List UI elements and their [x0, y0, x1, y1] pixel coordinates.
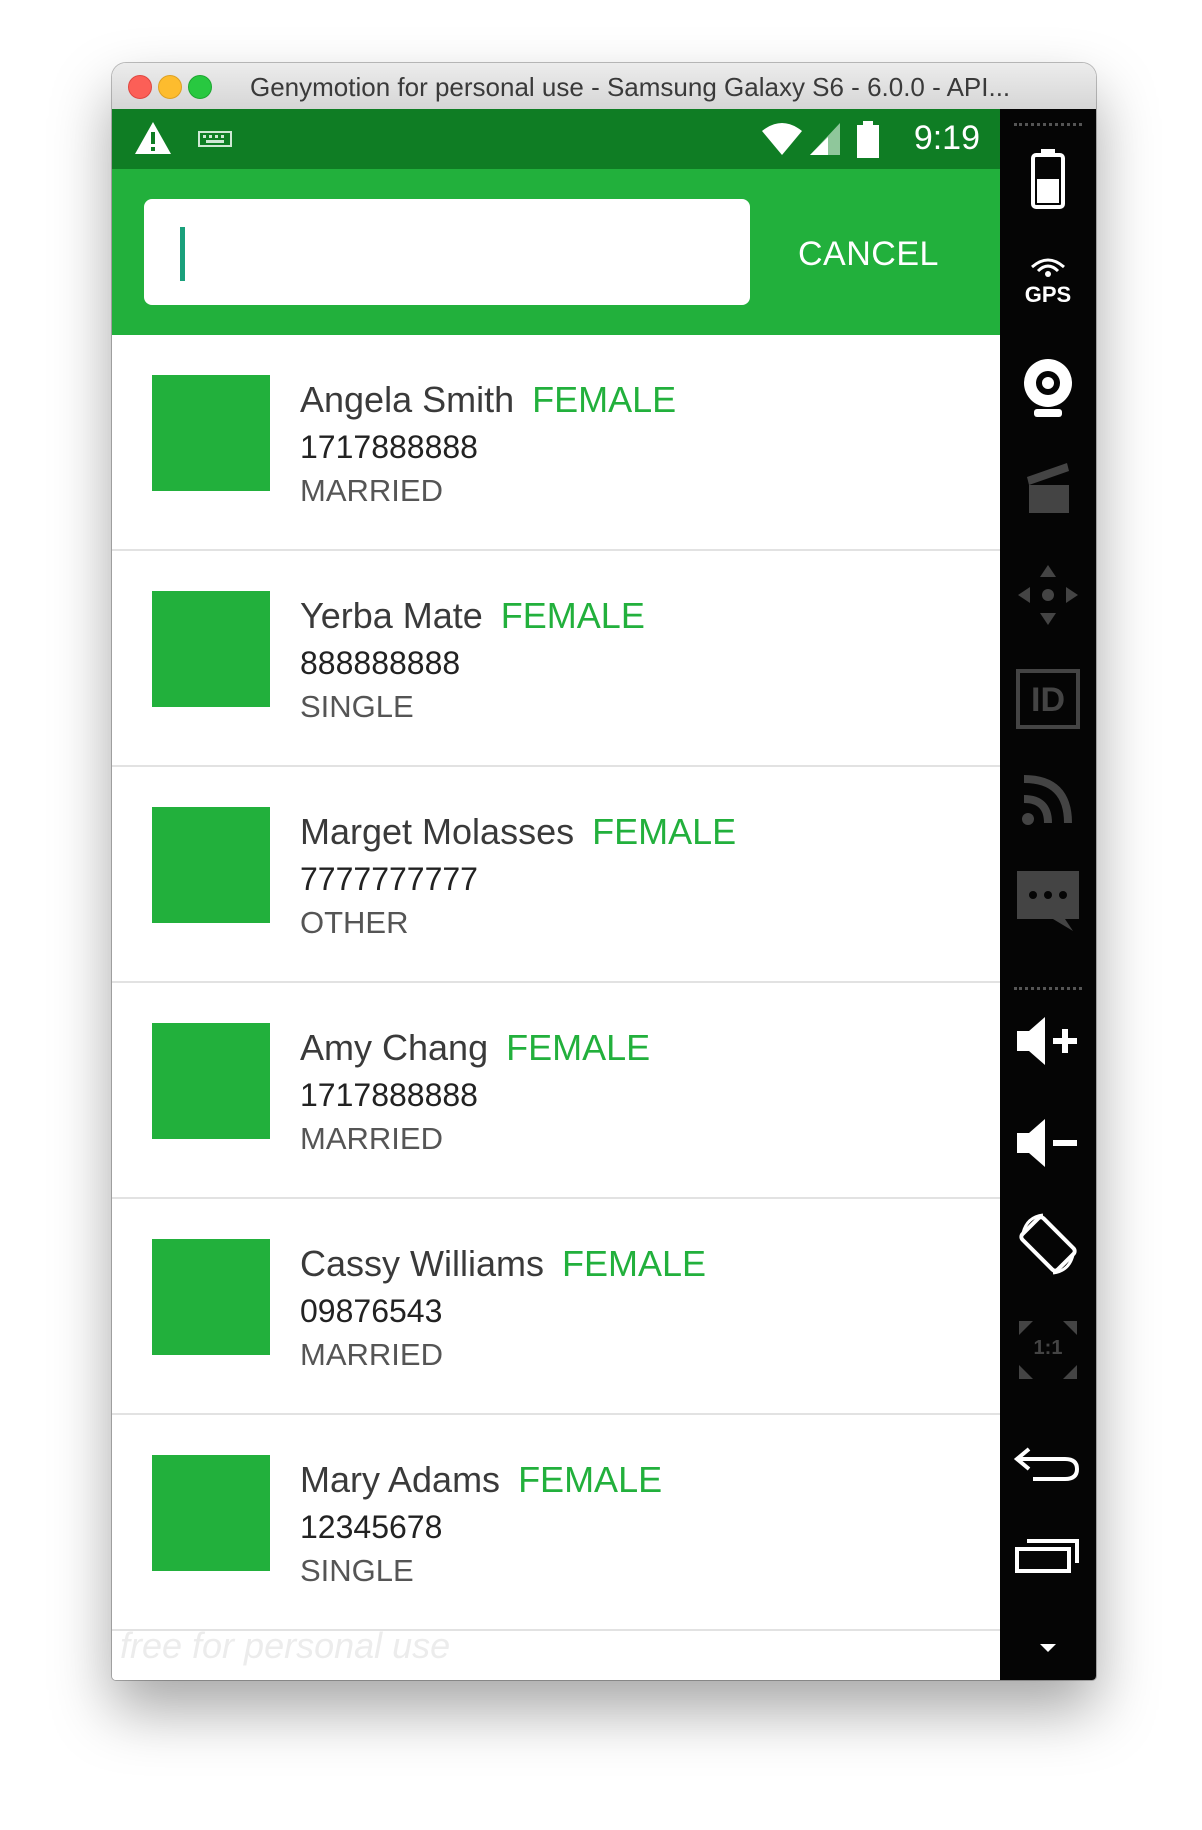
avatar	[152, 807, 270, 923]
recent-apps-button[interactable]	[1000, 1535, 1096, 1580]
list-item[interactable]: Yerba Mate FEMALE 888888888 SINGLE	[112, 551, 1000, 767]
rotate-screen-icon	[1019, 1213, 1077, 1275]
list-item[interactable]: Marget Molasses FEMALE 7777777777 OTHER	[112, 767, 1000, 983]
gender-label: FEMALE	[518, 1459, 663, 1500]
rss-icon	[1022, 775, 1072, 825]
avatar	[152, 375, 270, 491]
avatar	[152, 1023, 270, 1139]
device-id-widget-button[interactable]: ID	[1000, 669, 1096, 734]
status-bar: 9:19	[112, 109, 1000, 169]
emulator-sidebar: GPS ID 1:1	[1000, 109, 1096, 1680]
battery-widget-button[interactable]	[1000, 149, 1096, 214]
close-window-button[interactable]	[128, 75, 152, 99]
wifi-icon	[762, 123, 802, 155]
search-toolbar: CANCEL	[112, 169, 1000, 335]
battery-icon	[1031, 149, 1065, 209]
contact-phone: 888888888	[300, 645, 461, 681]
gender-label: FEMALE	[532, 379, 677, 420]
message-icon	[1017, 871, 1079, 931]
window-title: Genymotion for personal use - Samsung Ga…	[250, 72, 1011, 102]
contact-phone: 7777777777	[300, 861, 478, 897]
marital-status: OTHER	[300, 905, 409, 940]
gender-label: FEMALE	[500, 595, 645, 636]
clapperboard-icon	[1027, 463, 1069, 513]
title-bar[interactable]: Genymotion for personal use - Samsung Ga…	[112, 63, 1096, 110]
volume-up-button[interactable]	[1000, 1015, 1096, 1072]
list-item[interactable]: Amy Chang FEMALE 1717888888 MARRIED	[112, 983, 1000, 1199]
gender-label: FEMALE	[506, 1027, 651, 1068]
keyboard-icon	[198, 131, 232, 147]
contact-list[interactable]: Angela Smith FEMALE 1717888888 MARRIED Ye…	[112, 335, 1000, 1631]
avatar	[152, 1455, 270, 1571]
volume-up-icon	[1017, 1017, 1077, 1065]
recent-apps-icon	[1015, 1539, 1079, 1573]
gps-signal-icon	[1031, 258, 1065, 277]
status-time: 9:19	[913, 119, 980, 157]
device-screen: 9:19 CANCEL Angela Smith FEMALE 171788888…	[112, 109, 1000, 1680]
text-cursor	[180, 227, 185, 281]
gender-label: FEMALE	[562, 1243, 707, 1284]
webcam-widget-button[interactable]	[1000, 357, 1096, 426]
marital-status: MARRIED	[300, 1337, 443, 1372]
dpad-widget-button[interactable]	[1000, 563, 1096, 632]
network-widget-button[interactable]	[1000, 771, 1096, 832]
back-arrow-icon	[1013, 1447, 1080, 1481]
gps-widget-button[interactable]: GPS	[1000, 257, 1096, 308]
minimize-window-button[interactable]	[158, 75, 182, 99]
contact-phone: 12345678	[300, 1509, 443, 1545]
zoom-window-button[interactable]	[188, 75, 212, 99]
marital-status: MARRIED	[300, 473, 443, 508]
contact-name: Mary Adams	[300, 1459, 501, 1500]
contact-name: Amy Chang	[300, 1027, 489, 1068]
watermark: free for personal use	[120, 1625, 451, 1666]
list-item[interactable]: Cassy Williams FEMALE 09876543 MARRIED	[112, 1199, 1000, 1415]
sms-widget-button[interactable]	[1000, 869, 1096, 938]
volume-down-icon	[1017, 1119, 1077, 1167]
warning-icon	[135, 122, 171, 154]
screencast-widget-button[interactable]	[1000, 459, 1096, 520]
sidebar-divider	[1014, 123, 1082, 126]
marital-status: SINGLE	[300, 689, 414, 724]
contact-name: Marget Molasses	[300, 811, 575, 852]
gender-label: FEMALE	[592, 811, 737, 852]
chevron-down-icon	[1040, 1644, 1056, 1652]
back-button[interactable]	[1000, 1443, 1096, 1488]
pixel-perfect-button[interactable]: 1:1	[1000, 1317, 1096, 1388]
scale-label: 1:1	[1033, 1337, 1063, 1359]
webcam-icon	[1024, 359, 1072, 417]
list-item[interactable]: Mary Adams FEMALE 12345678 SINGLE	[112, 1415, 1000, 1631]
marital-status: MARRIED	[300, 1121, 443, 1156]
contact-phone: 1717888888	[300, 429, 478, 465]
contact-name: Angela Smith	[300, 379, 515, 420]
avatar	[152, 1239, 270, 1355]
battery-icon	[857, 121, 879, 158]
id-label: ID	[1031, 681, 1065, 719]
dpad-icon	[1018, 565, 1078, 625]
avatar	[152, 591, 270, 707]
contact-name: Yerba Mate	[300, 595, 483, 636]
gps-label: GPS	[1024, 282, 1072, 307]
list-item[interactable]: Angela Smith FEMALE 1717888888 MARRIED	[112, 335, 1000, 551]
cellular-signal-icon	[810, 123, 840, 155]
search-input[interactable]	[144, 199, 750, 305]
sidebar-divider	[1014, 987, 1082, 990]
contact-phone: 1717888888	[300, 1077, 478, 1113]
rotate-button[interactable]	[1000, 1211, 1096, 1282]
volume-down-button[interactable]	[1000, 1117, 1096, 1174]
marital-status: SINGLE	[300, 1553, 414, 1588]
contact-phone: 09876543	[300, 1293, 443, 1329]
contact-name: Cassy Williams	[300, 1243, 545, 1284]
more-options-button[interactable]	[1000, 1641, 1096, 1659]
emulator-window: Genymotion for personal use - Samsung Ga…	[112, 63, 1096, 1680]
cancel-button[interactable]: CANCEL	[792, 234, 945, 275]
